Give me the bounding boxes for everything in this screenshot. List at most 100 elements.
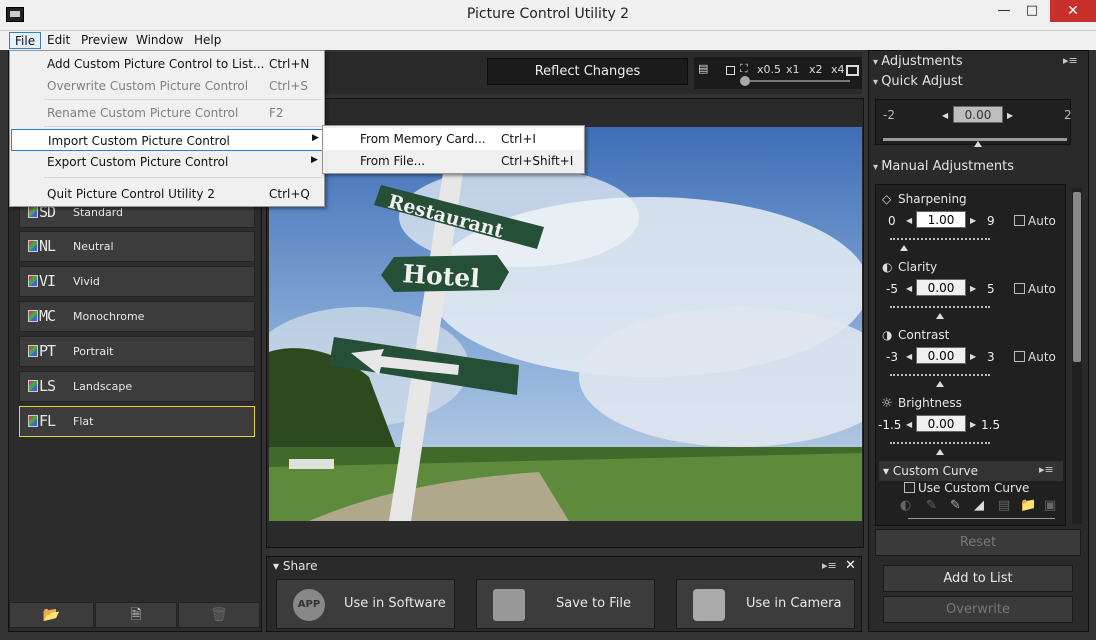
picture-control-icon: [28, 206, 38, 218]
brightness-increase-icon[interactable]: ▶: [970, 420, 976, 429]
delete-button[interactable]: 🗑: [178, 602, 260, 628]
quick-increase-icon[interactable]: ▶: [1007, 111, 1013, 120]
menu-help[interactable]: Help: [189, 32, 226, 49]
menu-window[interactable]: Window: [131, 32, 188, 49]
sharpening-auto-checkbox[interactable]: Auto: [1014, 214, 1056, 228]
menu-from-file[interactable]: From File... Ctrl+Shift+I: [324, 150, 583, 172]
brightness-slider-track[interactable]: [890, 442, 990, 446]
contrast-decrease-icon[interactable]: ◀: [906, 352, 912, 361]
share-title: Share: [282, 559, 318, 573]
menu-export-custom-pc[interactable]: Export Custom Picture Control ▶: [11, 151, 323, 173]
save-icon[interactable]: ▣: [1044, 498, 1056, 513]
use-in-software-button[interactable]: APP Use in Software: [276, 579, 455, 629]
reset-button[interactable]: Reset: [875, 529, 1081, 556]
brightness-input[interactable]: 0.00: [916, 415, 966, 432]
clarity-input[interactable]: 0.00: [916, 279, 966, 296]
manual-scrollbar[interactable]: [1072, 188, 1082, 524]
zoom-1x[interactable]: x1: [786, 63, 800, 76]
open-folder-button[interactable]: 📂: [9, 602, 94, 628]
clarity-auto-checkbox[interactable]: Auto: [1014, 282, 1056, 296]
reflect-changes-button[interactable]: Reflect Changes: [487, 58, 688, 85]
menu-file[interactable]: File: [9, 32, 42, 49]
clarity-decrease-icon[interactable]: ◀: [906, 284, 912, 293]
pc-item-vivid[interactable]: VI Vivid: [19, 266, 255, 297]
use-in-camera-button[interactable]: Use in Camera: [676, 579, 855, 629]
brightness-decrease-icon[interactable]: ◀: [906, 420, 912, 429]
fullscreen-corner-icon[interactable]: ⛶: [740, 62, 748, 76]
folder-icon[interactable]: 📁: [1020, 498, 1036, 513]
contrast-slider-knob[interactable]: [936, 381, 944, 387]
pc-item-monochrome[interactable]: MC Monochrome: [19, 301, 255, 332]
adjustments-menu-icon[interactable]: ▸≡: [1063, 54, 1078, 67]
contrast-max: 3: [987, 350, 995, 364]
contrast-increase-icon[interactable]: ▶: [970, 352, 976, 361]
pc-item-landscape[interactable]: LS Landscape: [19, 371, 255, 402]
zoom-slider-track[interactable]: [750, 80, 850, 82]
zoom-slider-knob[interactable]: [740, 76, 750, 86]
close-button[interactable]: ✕: [1050, 0, 1096, 22]
submenu-arrow-icon: ▶: [312, 133, 319, 143]
menu-from-memory-card[interactable]: From Memory Card... Ctrl+I: [324, 128, 583, 150]
brightness-icon: ☼: [881, 396, 893, 411]
sharpening-slider-knob[interactable]: [900, 245, 908, 251]
manual-adjustments-header[interactable]: Manual Adjustments: [873, 159, 1014, 174]
clarity-slider-track[interactable]: [890, 306, 990, 310]
pc-item-flat[interactable]: FL Flat: [19, 406, 255, 437]
contrast-slider-track[interactable]: [890, 374, 990, 378]
zoom-2x[interactable]: x2: [809, 63, 823, 76]
custom-curve-header[interactable]: ▾ Custom Curve ▸≡: [879, 461, 1063, 481]
menu-quit[interactable]: Quit Picture Control Utility 2 Ctrl+Q: [11, 183, 323, 205]
sharpening-slider-track[interactable]: [890, 238, 990, 242]
eyedropper-icon[interactable]: ✎: [926, 498, 937, 513]
histogram-icon[interactable]: ▤: [698, 62, 708, 75]
overwrite-button[interactable]: Overwrite: [883, 596, 1073, 623]
save-to-file-button[interactable]: Save to File: [476, 579, 655, 629]
menu-import-custom-pc[interactable]: Import Custom Picture Control ▶: [11, 129, 323, 151]
quick-adjust-header[interactable]: Quick Adjust: [873, 74, 963, 89]
curve-icon[interactable]: ◢: [974, 498, 984, 513]
picture-control-icon: [28, 240, 38, 252]
contrast-input[interactable]: 0.00: [916, 347, 966, 364]
floppy-disk-icon: [493, 589, 525, 621]
custom-curve-menu-icon[interactable]: ▸≡: [1039, 463, 1054, 476]
scrollbar-thumb[interactable]: [1073, 192, 1081, 362]
quick-adjust-value[interactable]: 0.00: [953, 106, 1003, 123]
share-close-icon[interactable]: ✕: [845, 558, 856, 573]
share-collapse-toggle[interactable]: ▾ Share: [273, 559, 317, 573]
menu-add-custom-pc[interactable]: Add Custom Picture Control to List... Ctr…: [11, 53, 323, 75]
contrast-auto-checkbox[interactable]: Auto: [1014, 350, 1056, 364]
zoom-controls: ▤ ⛶ x0.5 x1 x2 x4: [694, 57, 862, 89]
eyedropper-white-icon[interactable]: ✎: [950, 498, 961, 513]
sharpening-increase-icon[interactable]: ▶: [970, 216, 976, 225]
pc-item-neutral[interactable]: NL Neutral: [19, 231, 255, 262]
quick-max: 2: [1064, 108, 1072, 122]
fit-icon[interactable]: [726, 66, 735, 75]
sharpening-input[interactable]: 1.00: [916, 211, 966, 228]
half-circle-icon[interactable]: ◐: [900, 498, 911, 513]
menu-overwrite-custom-pc[interactable]: Overwrite Custom Picture Control Ctrl+S: [11, 75, 323, 97]
menu-preview[interactable]: Preview: [76, 32, 133, 49]
zoom-half[interactable]: x0.5: [757, 63, 781, 76]
clarity-slider-knob[interactable]: [936, 313, 944, 319]
sharpening-decrease-icon[interactable]: ◀: [906, 216, 912, 225]
full-view-icon[interactable]: [846, 65, 859, 76]
quick-slider-knob[interactable]: [974, 141, 982, 147]
brightness-slider-knob[interactable]: [936, 449, 944, 455]
add-to-list-button[interactable]: Add to List: [883, 565, 1073, 592]
histogram-icon[interactable]: ▤: [998, 498, 1010, 513]
new-file-button[interactable]: 🗎: [95, 602, 177, 628]
sharpening-min: 0: [888, 214, 896, 228]
use-custom-curve-checkbox[interactable]: Use Custom Curve: [904, 481, 1029, 495]
quick-decrease-icon[interactable]: ◀: [942, 111, 948, 120]
adjustments-header[interactable]: Adjustments: [873, 54, 962, 69]
menu-edit[interactable]: Edit: [42, 32, 75, 49]
menu-rename-custom-pc[interactable]: Rename Custom Picture Control F2: [11, 102, 323, 124]
brightness-min: -1.5: [878, 418, 902, 432]
file-icon: 🗎: [130, 607, 142, 623]
share-menu-icon[interactable]: ▸≡: [822, 559, 837, 572]
clarity-increase-icon[interactable]: ▶: [970, 284, 976, 293]
minimize-button[interactable]: —: [990, 0, 1018, 22]
pc-item-portrait[interactable]: PT Portrait: [19, 336, 255, 367]
zoom-4x[interactable]: x4: [831, 63, 845, 76]
maximize-button[interactable]: □: [1018, 0, 1046, 22]
